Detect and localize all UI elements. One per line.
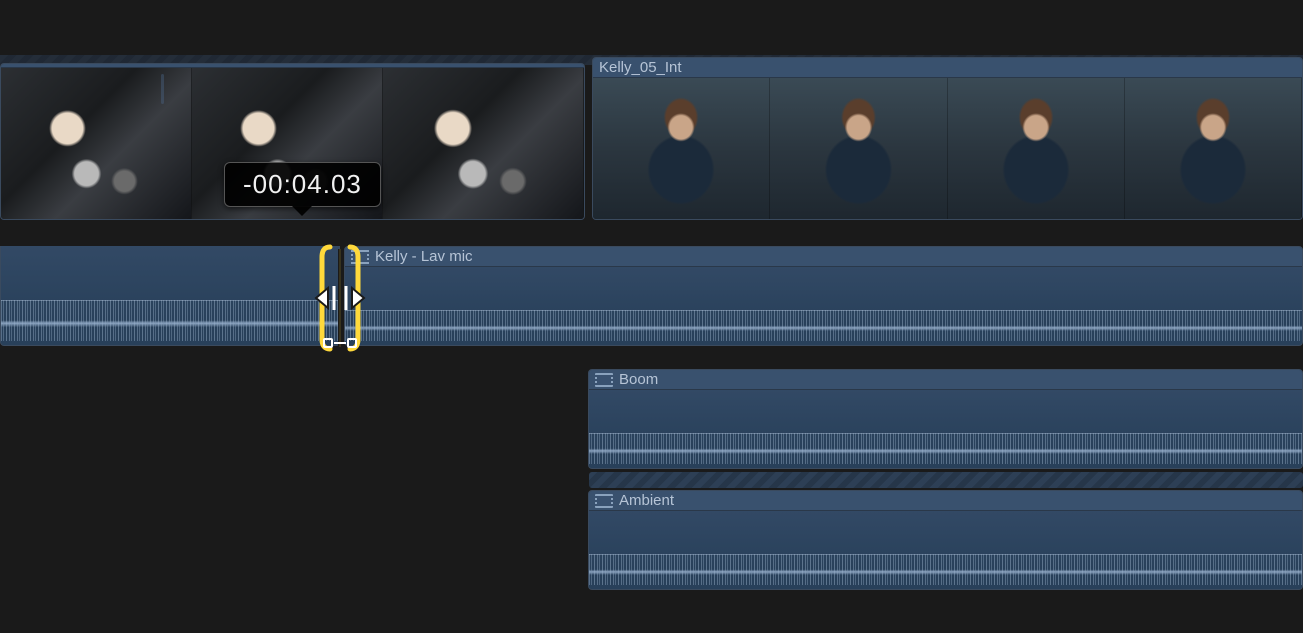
timecode-delta-value: -00:04.03: [243, 169, 362, 199]
clip-title: Ambient: [619, 491, 674, 511]
clip-title-bar: Kelly - Lav mic: [345, 247, 1302, 267]
audio-clip-ambient[interactable]: Ambient: [588, 490, 1303, 590]
clip-title-bar: Boom: [589, 370, 1302, 390]
ambient-attach-hatch: [589, 472, 1303, 488]
clip-title-bar: Kelly_05_Int: [593, 58, 1302, 78]
timeline[interactable]: Kelly_05_Int Kelly - Lav mic Boom: [0, 0, 1303, 633]
audio-clip-boom[interactable]: Boom: [588, 369, 1303, 469]
video-clip-kelly-int[interactable]: Kelly_05_Int: [592, 57, 1303, 220]
clip-title: Kelly - Lav mic: [375, 247, 473, 267]
trim-roll-handle[interactable]: [310, 243, 370, 353]
clip-title-bar: Ambient: [589, 491, 1302, 511]
clip-title: Kelly_05_Int: [599, 58, 682, 78]
film-icon: [595, 373, 613, 387]
clip-title: Boom: [619, 370, 658, 390]
timecode-delta-tooltip: -00:04.03: [224, 162, 381, 207]
audio-clip-lavmic-left[interactable]: [0, 246, 340, 346]
film-icon: [595, 494, 613, 508]
audio-clip-lavmic[interactable]: Kelly - Lav mic: [344, 246, 1303, 346]
video-clip-kelly-thumbs: [593, 78, 1302, 219]
